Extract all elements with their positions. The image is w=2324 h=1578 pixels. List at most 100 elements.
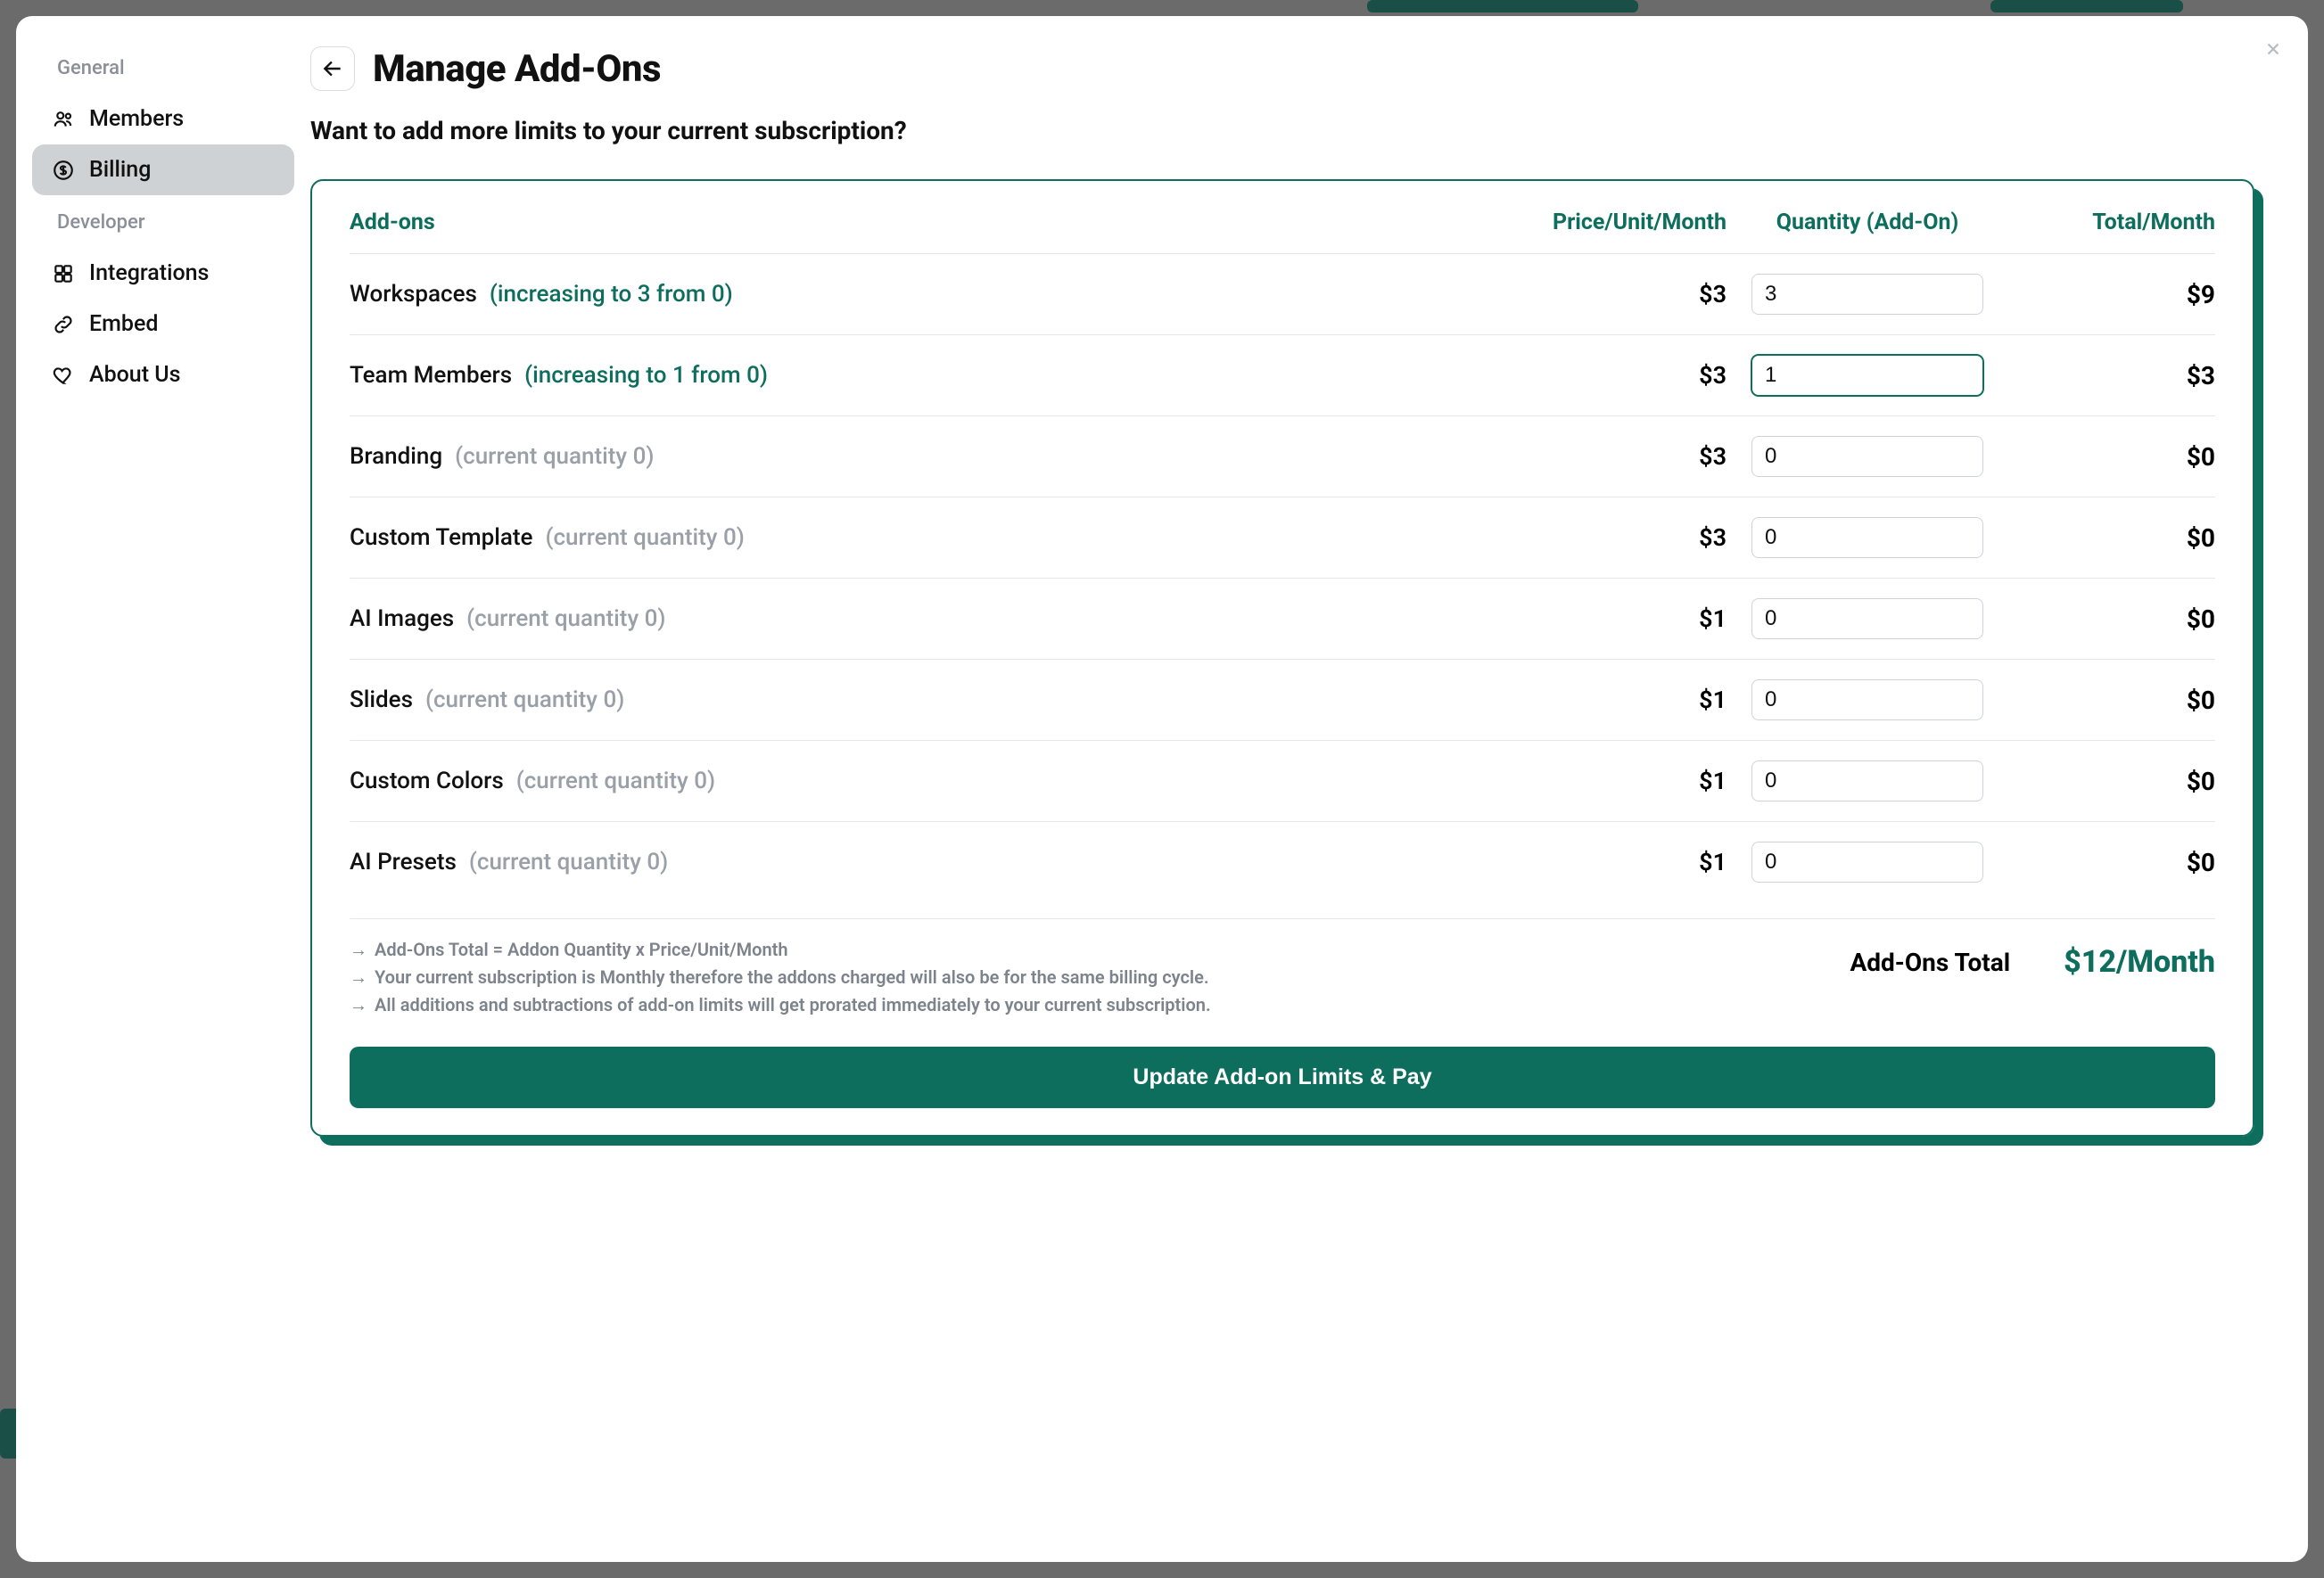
col-qty: Quantity (Add-On): [1734, 210, 2001, 235]
dollar-circle-icon: [52, 159, 75, 182]
sidebar-item-embed[interactable]: Embed: [32, 299, 294, 349]
close-button[interactable]: [2260, 36, 2287, 62]
table-row: Workspaces (increasing to 3 from 0) $3 $9: [350, 254, 2215, 335]
col-addons: Add-ons: [350, 210, 1502, 235]
quantity-stepper: [1751, 355, 1983, 396]
quantity-input[interactable]: [1752, 437, 1983, 476]
footnotes: → Add-Ons Total = Addon Quantity x Price/…: [350, 939, 1814, 1022]
footnote-text: All additions and subtractions of add-on…: [375, 994, 1211, 1016]
quantity-input[interactable]: [1752, 356, 1983, 395]
addon-note: (increasing to 1 from 0): [524, 362, 768, 389]
table-row: Branding (current quantity 0) $3 $0: [350, 416, 2215, 497]
addon-price: $3: [1502, 442, 1734, 471]
addon-total: $9: [2001, 280, 2215, 309]
main-content: Manage Add-Ons Want to add more limits t…: [310, 16, 2308, 1562]
addon-name: Custom Template: [350, 524, 532, 551]
addon-total: $0: [2001, 523, 2215, 553]
addon-price: $1: [1502, 848, 1734, 876]
backdrop-button: [1990, 0, 2183, 12]
addon-price: $1: [1502, 686, 1734, 714]
link-icon: [52, 313, 75, 336]
addon-total: $0: [2001, 848, 2215, 877]
addon-price: $3: [1502, 361, 1734, 390]
addon-name: AI Presets: [350, 849, 457, 875]
totals: Add-Ons Total $12/Month: [1850, 944, 2215, 980]
addons-card: Add-ons Price/Unit/Month Quantity (Add-O…: [310, 179, 2254, 1137]
addon-note: (current quantity 0): [545, 524, 744, 551]
addon-total: $0: [2001, 442, 2215, 472]
divider: [350, 918, 2215, 919]
table-row: Team Members (increasing to 1 from 0) $3 $3: [350, 335, 2215, 416]
sidebar-item-label: Integrations: [89, 260, 209, 286]
quantity-input[interactable]: [1752, 680, 1983, 719]
sidebar-item-billing[interactable]: Billing: [32, 144, 294, 195]
table-row: AI Images (current quantity 0) $1 $0: [350, 579, 2215, 660]
sidebar-item-label: Billing: [89, 157, 151, 183]
addon-name: Workspaces: [350, 281, 477, 308]
addon-name: AI Images: [350, 605, 454, 632]
arrow-icon: →: [350, 939, 367, 961]
sidebar-heading-developer: Developer: [57, 211, 294, 234]
quantity-input[interactable]: [1752, 518, 1983, 557]
totals-label: Add-Ons Total: [1850, 948, 2010, 977]
quantity-stepper: [1751, 760, 1983, 801]
table-row: Slides (current quantity 0) $1 $0: [350, 660, 2215, 741]
sidebar-item-label: Members: [89, 106, 184, 132]
addon-note: (increasing to 3 from 0): [490, 281, 733, 308]
addon-name: Slides: [350, 686, 413, 713]
heart-icon: [52, 364, 75, 387]
addon-name: Branding: [350, 443, 442, 470]
sidebar-heading-general: General: [57, 57, 294, 79]
table-row: Custom Template (current quantity 0) $3 $0: [350, 497, 2215, 579]
modal: General Members Billing Developer Integr…: [16, 16, 2308, 1562]
addon-total: $0: [2001, 767, 2215, 796]
addon-note: (current quantity 0): [455, 443, 654, 470]
update-and-pay-button[interactable]: Update Add-on Limits & Pay: [350, 1047, 2215, 1108]
quantity-stepper: [1751, 274, 1983, 315]
addon-note: (current quantity 0): [466, 605, 665, 632]
footnote-text: Add-Ons Total = Addon Quantity x Price/U…: [375, 939, 788, 961]
backdrop-button: [1367, 0, 1638, 12]
quantity-stepper: [1751, 842, 1983, 883]
addon-name: Custom Colors: [350, 768, 504, 794]
sidebar-item-members[interactable]: Members: [32, 94, 294, 144]
quantity-stepper: [1751, 598, 1983, 639]
quantity-stepper: [1751, 679, 1983, 720]
col-price: Price/Unit/Month: [1502, 210, 1734, 235]
sidebar-item-label: About Us: [89, 362, 180, 388]
footnote-text: Your current subscription is Monthly the…: [375, 966, 1209, 989]
quantity-stepper: [1751, 517, 1983, 558]
addon-note: (current quantity 0): [516, 768, 715, 794]
quantity-stepper: [1751, 436, 1983, 477]
integrations-icon: [52, 262, 75, 285]
addon-total: $3: [2001, 361, 2215, 390]
addon-price: $3: [1502, 523, 1734, 552]
addon-total: $0: [2001, 686, 2215, 715]
col-total: Total/Month: [2001, 210, 2215, 235]
addon-price: $1: [1502, 604, 1734, 633]
addon-name: Team Members: [350, 362, 512, 389]
addon-price: $1: [1502, 767, 1734, 795]
totals-value: $12/Month: [2064, 944, 2215, 980]
table-row: AI Presets (current quantity 0) $1 $0: [350, 822, 2215, 902]
addon-total: $0: [2001, 604, 2215, 634]
page-subtitle: Want to add more limits to your current …: [310, 116, 2254, 145]
sidebar-item-about-us[interactable]: About Us: [32, 349, 294, 400]
addon-price: $3: [1502, 280, 1734, 308]
quantity-input[interactable]: [1752, 599, 1983, 638]
addon-note: (current quantity 0): [425, 686, 624, 713]
page-title: Manage Add-Ons: [373, 47, 661, 91]
addon-note: (current quantity 0): [469, 849, 668, 875]
back-button[interactable]: [310, 46, 355, 91]
table-header: Add-ons Price/Unit/Month Quantity (Add-O…: [350, 210, 2215, 254]
sidebar-item-label: Embed: [89, 311, 158, 337]
sidebar: General Members Billing Developer Integr…: [16, 16, 310, 1562]
quantity-input[interactable]: [1752, 842, 1983, 882]
quantity-input[interactable]: [1752, 761, 1983, 801]
table-row: Custom Colors (current quantity 0) $1 $0: [350, 741, 2215, 822]
arrow-icon: →: [350, 966, 367, 989]
users-icon: [52, 108, 75, 131]
quantity-input[interactable]: [1752, 275, 1983, 314]
arrow-icon: →: [350, 994, 367, 1016]
sidebar-item-integrations[interactable]: Integrations: [32, 248, 294, 299]
